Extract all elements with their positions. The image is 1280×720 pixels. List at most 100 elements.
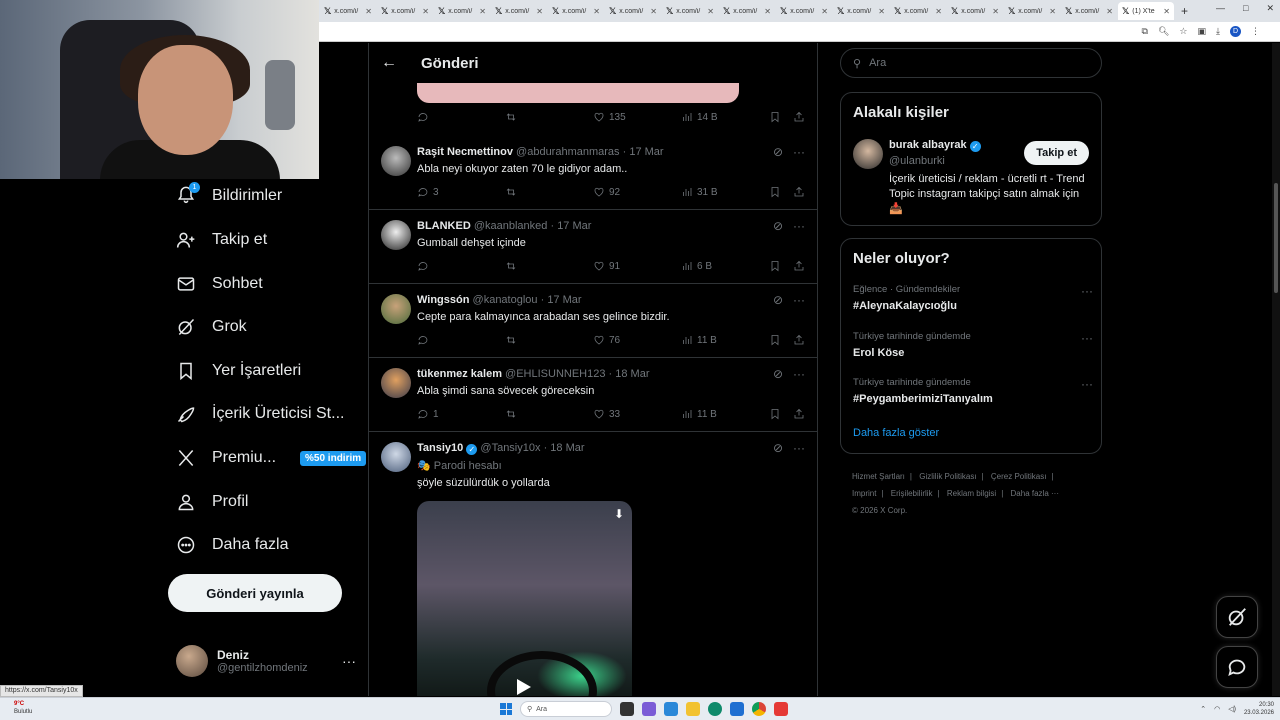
tweet[interactable]: Raşit Necmettinov @abdurahmanmaras · 17 … — [369, 136, 817, 210]
tweet-handle[interactable]: @kanatoglou — [473, 294, 538, 306]
views-button[interactable]: 11 B — [681, 408, 717, 420]
extension-icon[interactable]: ▣ — [1198, 26, 1207, 37]
browser-tab[interactable]: 𝕏x.com/i/ ✕ — [662, 2, 718, 20]
star-icon[interactable]: ☆ — [1179, 26, 1187, 37]
weather-widget[interactable]: 9°C Bulutlu — [14, 700, 32, 716]
close-tab-icon[interactable]: ✕ — [935, 7, 942, 16]
tweet[interactable]: tükenmez kalem @EHLISUNNEH123 · 18 Mar ⊘ ·… — [369, 358, 817, 432]
more-icon[interactable]: ··· — [1081, 284, 1093, 298]
more-icon[interactable]: ··· — [793, 145, 805, 159]
more-icon[interactable]: ··· — [793, 367, 805, 381]
nav-premium[interactable]: Premiu... %50 indirim — [176, 444, 367, 472]
more-icon[interactable]: ··· — [342, 653, 356, 669]
browser-tab[interactable]: 𝕏x.com/i/ ✕ — [320, 2, 376, 20]
more-icon[interactable]: ··· — [793, 293, 805, 307]
more-icon[interactable]: ··· — [793, 219, 805, 233]
volume-icon[interactable]: ◁) — [1228, 705, 1236, 713]
close-tab-icon[interactable]: ✕ — [1106, 7, 1113, 16]
wifi-icon[interactable]: ◠ — [1214, 705, 1220, 713]
tweet-author[interactable]: BLANKED — [417, 220, 471, 232]
avatar[interactable] — [381, 146, 411, 176]
grok-icon[interactable]: ⊘ — [773, 145, 783, 159]
minimize-icon[interactable]: — — [1216, 3, 1225, 14]
close-tab-icon[interactable]: ✕ — [821, 7, 828, 16]
person-name[interactable]: burak albayrak ✓ — [889, 139, 981, 152]
close-tab-icon[interactable]: ✕ — [707, 7, 714, 16]
tweet-date[interactable]: · 17 Mar — [550, 220, 591, 232]
avatar[interactable] — [381, 220, 411, 250]
browser-tab[interactable]: 𝕏x.com/i/ ✕ — [605, 2, 661, 20]
footer-link[interactable]: Hizmet Şartları — [852, 472, 905, 481]
avatar[interactable] — [853, 139, 883, 169]
nav-creator-studio[interactable]: İçerik Üreticisi St... — [176, 400, 344, 428]
taskbar-search[interactable]: ⚲ Ara — [520, 701, 612, 717]
account-switcher[interactable]: Deniz @gentilzhomdeniz ··· — [176, 645, 356, 677]
nav-follow[interactable]: Takip et — [176, 226, 267, 254]
browser-tab[interactable]: 𝕏x.com/i/ ✕ — [434, 2, 490, 20]
retweet-icon[interactable] — [505, 408, 517, 420]
follow-button[interactable]: Takip et — [1024, 141, 1089, 165]
nav-chat[interactable]: Sohbet — [176, 270, 263, 298]
share-icon[interactable] — [793, 260, 805, 272]
reply-button[interactable]: 3 — [417, 186, 439, 198]
more-icon[interactable]: ··· — [793, 441, 805, 455]
tweet-handle[interactable]: @Tansiy10x — [480, 442, 540, 454]
tweet-handle[interactable]: @kaanblanked — [474, 220, 548, 232]
views-button[interactable]: 14 B — [681, 111, 718, 123]
footer-link[interactable]: Erişilebilirlik — [891, 489, 933, 498]
more-icon[interactable]: ··· — [1081, 331, 1093, 345]
share-icon[interactable] — [793, 334, 805, 346]
nav-profile[interactable]: Profil — [176, 488, 248, 516]
share-icon[interactable] — [793, 111, 805, 123]
nav-bookmarks[interactable]: Yer İşaretleri — [176, 357, 301, 385]
show-more-link[interactable]: Daha fazla göster — [853, 427, 939, 439]
tweet-date[interactable]: · 17 Mar — [623, 146, 664, 158]
post-button[interactable]: Gönderi yayınla — [168, 574, 342, 612]
share-icon[interactable] — [793, 186, 805, 198]
download-arrow-icon[interactable]: ⬇ — [614, 507, 624, 521]
tweet-handle[interactable]: @abdurahmanmaras — [516, 146, 620, 158]
avatar[interactable] — [381, 368, 411, 398]
views-button[interactable]: 31 B — [681, 186, 718, 198]
bookmark-icon[interactable] — [769, 111, 781, 123]
previous-post-media[interactable] — [417, 83, 739, 103]
chrome-icon[interactable] — [752, 702, 766, 716]
footer-link[interactable]: Çerez Politikası — [991, 472, 1047, 481]
search-input[interactable]: ⚲ Ara — [840, 48, 1102, 78]
app-icon[interactable] — [730, 702, 744, 716]
install-icon[interactable]: ⧉ — [1142, 26, 1148, 37]
store-icon[interactable] — [664, 702, 678, 716]
views-button[interactable]: 11 B — [681, 334, 717, 346]
browser-tab[interactable]: 𝕏x.com/i/ ✕ — [1004, 2, 1060, 20]
like-button[interactable]: 33 — [593, 408, 620, 420]
tray-chevron-icon[interactable]: ⌃ — [1200, 705, 1206, 713]
retweet-icon[interactable] — [505, 260, 517, 272]
browser-tab[interactable]: 𝕏x.com/i/ ✕ — [833, 2, 889, 20]
bookmark-icon[interactable] — [769, 260, 781, 272]
browser-tab[interactable]: 𝕏x.com/i/ ✕ — [1061, 2, 1117, 20]
grok-icon[interactable]: ⊘ — [773, 219, 783, 233]
close-tab-icon[interactable]: ✕ — [1049, 7, 1056, 16]
close-tab-icon[interactable]: ✕ — [536, 7, 543, 16]
footer-link[interactable]: Reklam bilgisi — [947, 489, 996, 498]
footer-link[interactable]: Daha fazla ··· — [1011, 489, 1059, 498]
bookmark-icon[interactable] — [769, 186, 781, 198]
tweet-video[interactable]: ⬇ — [417, 501, 632, 696]
retweet-icon[interactable] — [505, 186, 517, 198]
close-tab-icon[interactable]: ✕ — [650, 7, 657, 16]
trend-item[interactable]: Eğlence · Gündemdekiler #AleynaKalaycıoğ… — [853, 284, 1093, 312]
like-button[interactable]: 76 — [593, 334, 620, 346]
tweet-date[interactable]: · 18 Mar — [609, 368, 650, 380]
bookmark-icon[interactable] — [769, 408, 781, 420]
trend-item[interactable]: Türkiye tarihinde gündemde Erol Köse ··· — [853, 331, 1093, 359]
trend-item[interactable]: Türkiye tarihinde gündemde #Peygamberimi… — [853, 377, 1093, 405]
maximize-icon[interactable]: □ — [1243, 3, 1248, 14]
browser-tab[interactable]: 𝕏x.com/i/ ✕ — [377, 2, 433, 20]
new-tab-icon[interactable]: + — [1181, 4, 1188, 18]
nav-grok[interactable]: Grok — [176, 313, 247, 341]
reply-button[interactable] — [417, 260, 433, 272]
edge-icon[interactable] — [708, 702, 722, 716]
app-icon[interactable] — [774, 702, 788, 716]
like-button[interactable]: 92 — [593, 186, 620, 198]
browser-tab[interactable]: 𝕏x.com/i/ ✕ — [947, 2, 1003, 20]
